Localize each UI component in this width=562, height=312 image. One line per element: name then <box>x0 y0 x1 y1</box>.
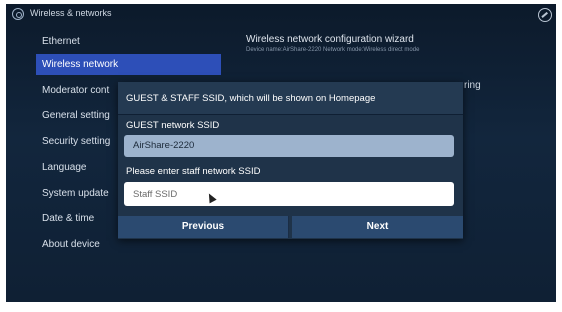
next-button[interactable]: Next <box>292 216 463 238</box>
guest-ssid-field: AirShare-2220 <box>124 135 454 157</box>
wizard-title: Wireless network configuration wizard <box>246 34 414 45</box>
screen: Wireless & networks Ethernet Wireless ne… <box>6 4 556 302</box>
staff-ssid-input[interactable] <box>124 182 454 206</box>
background-partial-text: ring <box>464 80 481 91</box>
dialog-header: GUEST & STAFF SSID, which will be shown … <box>118 82 463 115</box>
previous-button[interactable]: Previous <box>118 216 289 238</box>
app-icon <box>12 8 24 20</box>
wizard-subtitle: Device name:AirShare-2220 Network mode:W… <box>246 47 420 53</box>
sidebar-item-wireless-network[interactable]: Wireless network <box>36 54 221 75</box>
top-bar: Wireless & networks <box>6 4 556 26</box>
sidebar-item-ethernet[interactable]: Ethernet <box>36 31 221 52</box>
top-bar-title: Wireless & networks <box>30 8 112 18</box>
dialog-title: GUEST & STAFF SSID, which will be shown … <box>126 93 376 104</box>
staff-ssid-label: Please enter staff network SSID <box>126 166 261 177</box>
guest-ssid-label: GUEST network SSID <box>126 120 220 131</box>
settings-icon[interactable] <box>538 8 552 22</box>
ssid-dialog: GUEST & STAFF SSID, which will be shown … <box>118 82 463 239</box>
